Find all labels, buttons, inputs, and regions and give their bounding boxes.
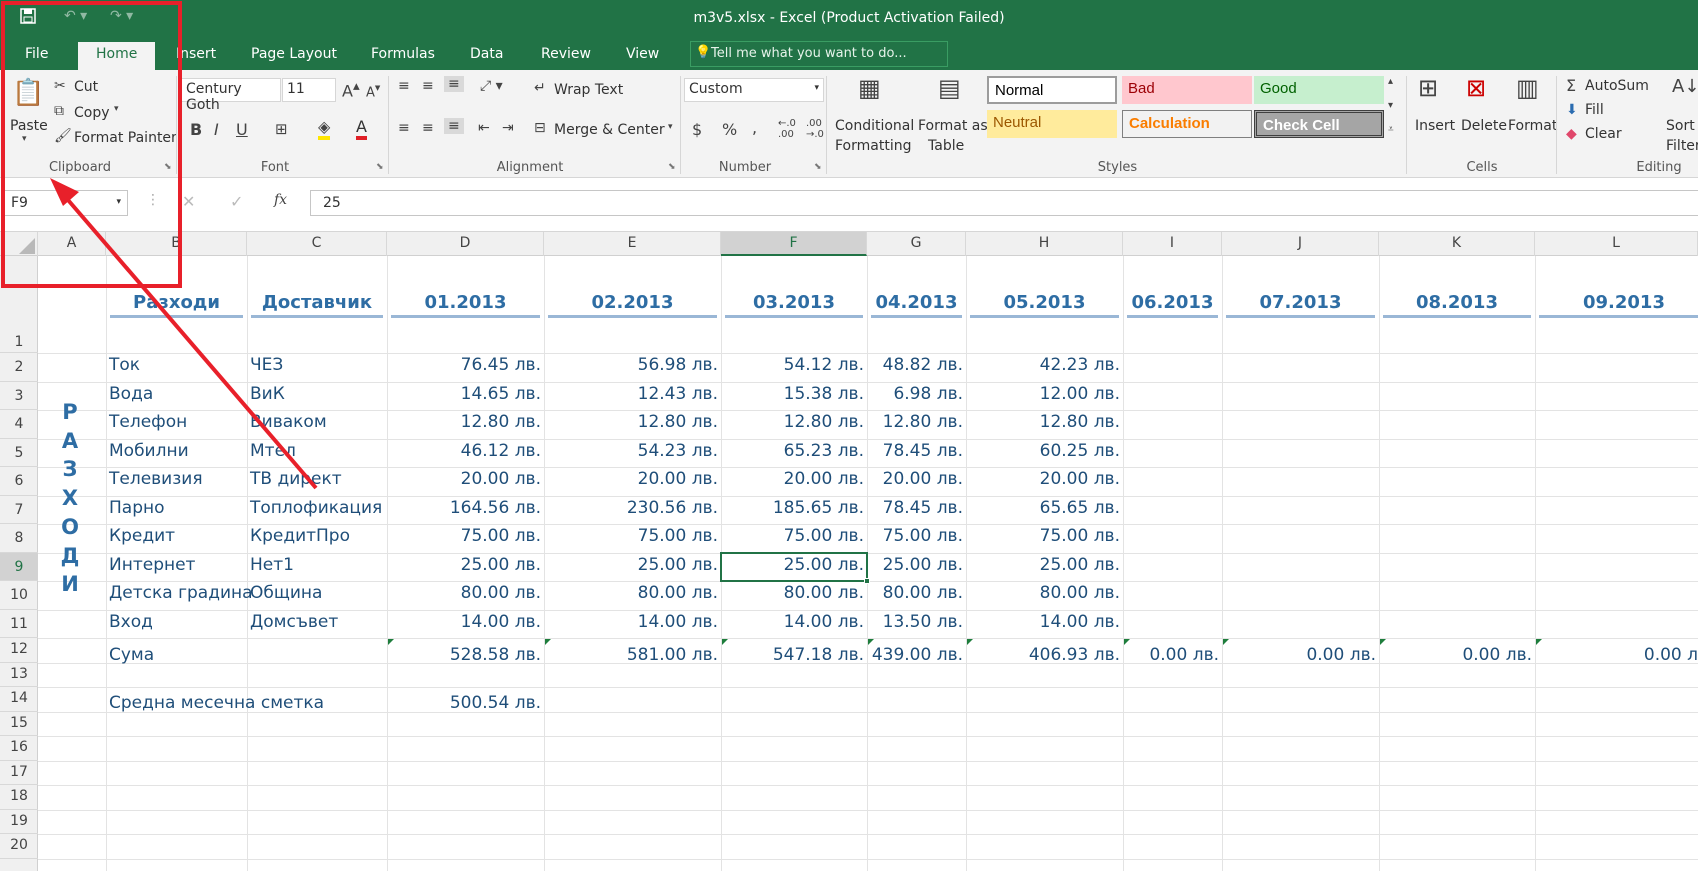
annotation-arrow: [50, 178, 318, 490]
